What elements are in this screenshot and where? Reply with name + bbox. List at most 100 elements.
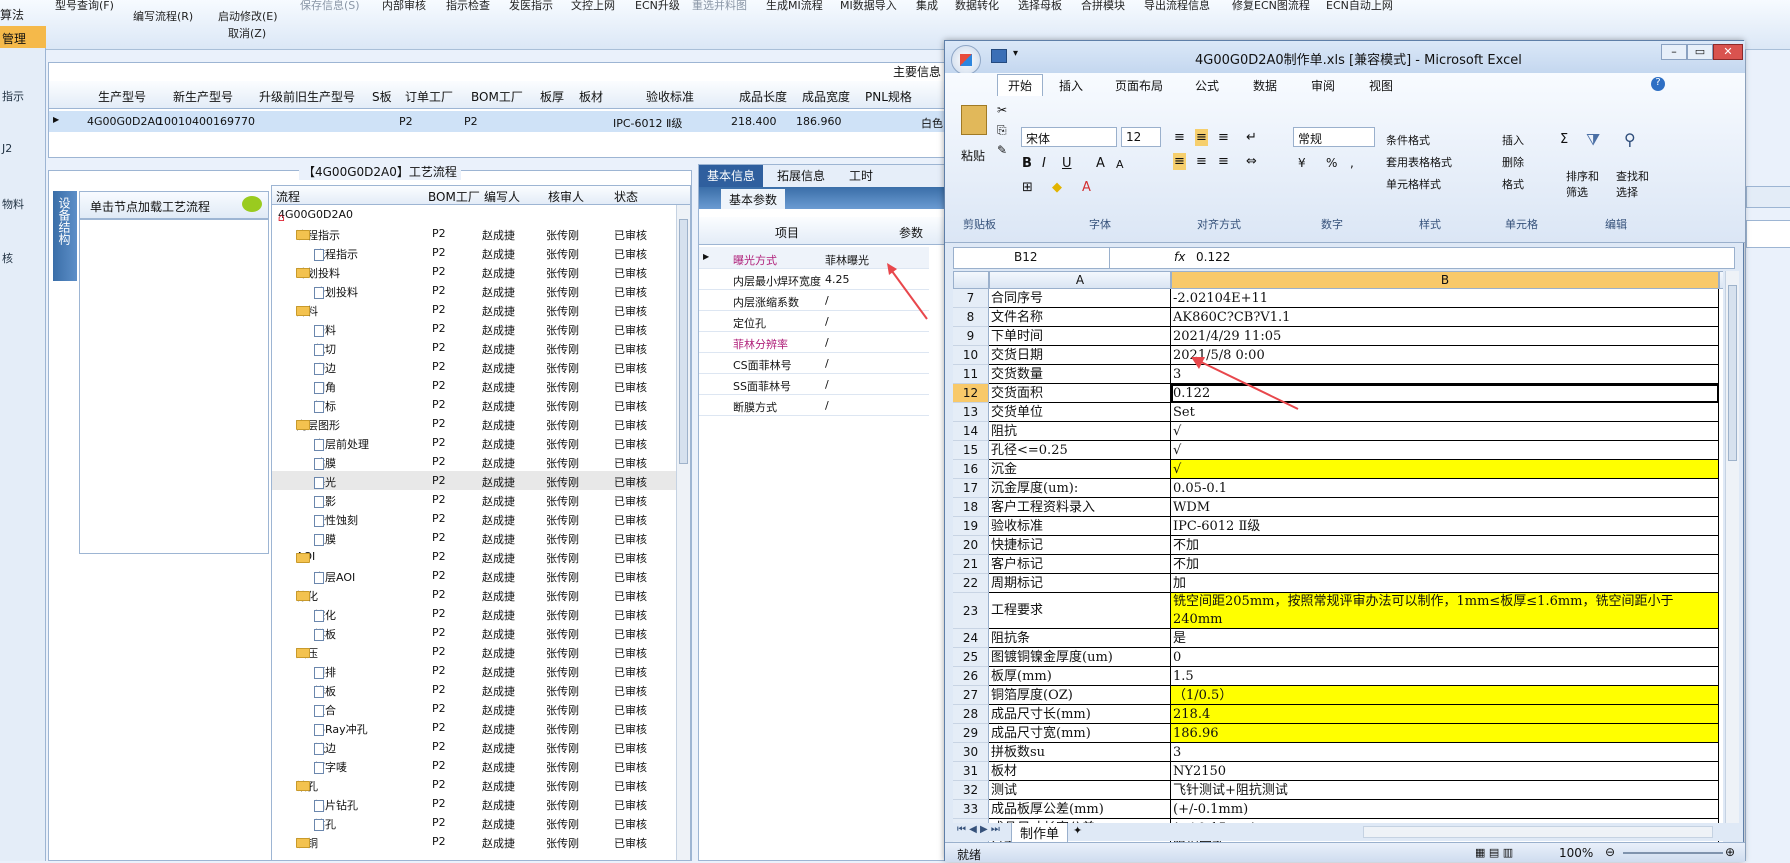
cell-b[interactable]: 0 [1171, 648, 1719, 667]
col-header[interactable]: 流程 [276, 188, 300, 205]
cell[interactable]: P2 [464, 115, 478, 128]
help-icon[interactable]: ? [1651, 77, 1665, 91]
conditional-format-button[interactable]: 条件格式 [1385, 131, 1431, 149]
col-header[interactable]: 参数 [899, 224, 923, 241]
row-header[interactable]: 28 [953, 705, 989, 724]
col-header[interactable]: 成品长度 [739, 88, 787, 105]
column-header-c[interactable]: C [1719, 271, 1723, 289]
view-buttons-icon[interactable]: ▦ ▤ ▥ [1475, 846, 1513, 859]
row-header[interactable]: 15 [953, 441, 989, 460]
row-header[interactable]: 30 [953, 743, 989, 762]
cell-b[interactable]: 3 [1171, 743, 1719, 762]
cell-a[interactable]: 阻抗 [989, 422, 1171, 441]
font-name-select[interactable]: 宋体 [1021, 127, 1117, 147]
column-header-a[interactable]: A [989, 271, 1171, 289]
font-size-select[interactable]: 12 [1121, 127, 1161, 147]
shrink-font-button[interactable]: A [1115, 157, 1125, 172]
cell-b[interactable]: 186.96 [1171, 724, 1719, 743]
row-header[interactable]: 7 [953, 289, 989, 308]
tree-row[interactable]: − 沉铜P2赵成捷张传刚已审核 [272, 832, 690, 851]
formula-input[interactable]: 0.122 [1190, 248, 1230, 268]
param-value[interactable]: / [825, 336, 829, 349]
tree-row[interactable]: 开料 P2 赵成捷 张传刚 已审核 [272, 319, 690, 338]
tree-row[interactable]: 打标 P2 赵成捷 张传刚 已审核 [272, 395, 690, 414]
tree-row[interactable]: 磨边 P2 赵成捷 张传刚 已审核 [272, 357, 690, 376]
param-value[interactable]: / [825, 378, 829, 391]
wrap-text-icon[interactable]: ↵ [1245, 129, 1258, 146]
toolbar-integrate-button[interactable]: 集成 [916, 0, 938, 13]
param-row[interactable]: 菲林分辨率 / [699, 331, 929, 353]
toolbar-check-button[interactable]: 指示检查 [446, 0, 490, 13]
font-color-icon[interactable]: A [1081, 179, 1092, 196]
nav-item-indicate[interactable]: 指示 [2, 88, 24, 104]
cell-a[interactable]: 孔径<=0.25 [989, 441, 1171, 460]
cell-styles-button[interactable]: 单元格样式 [1385, 175, 1442, 193]
subtab-basic-params[interactable]: 基本参数 [721, 189, 786, 209]
toolbar-gen-mi-button[interactable]: 生成MI流程 [766, 0, 823, 13]
italic-button[interactable]: I [1041, 155, 1047, 172]
row-header[interactable]: 24 [953, 629, 989, 648]
qat-dropdown-icon[interactable]: ▾ [1013, 48, 1018, 59]
nav-item-material[interactable]: 物料 [2, 196, 24, 212]
cell-b[interactable]: (+/-0.1mm) [1171, 800, 1719, 819]
cell-b[interactable]: 1.5 [1171, 667, 1719, 686]
cell-a[interactable]: 客户工程资料录入 [989, 498, 1171, 517]
cell-b[interactable]: （1/0.5） [1171, 686, 1719, 705]
cell-a[interactable]: 沉金厚度(um): [989, 479, 1171, 498]
cell-a[interactable]: 客户标记 [989, 555, 1171, 574]
cell-a[interactable]: 快捷标记 [989, 536, 1171, 555]
row-header[interactable]: 22 [953, 574, 989, 593]
row-header[interactable]: 8 [953, 308, 989, 327]
cell-b[interactable]: NY2150 [1171, 762, 1719, 781]
row-header[interactable]: 21 [953, 555, 989, 574]
minimize-button[interactable]: – [1661, 44, 1687, 60]
toolbar-choose-board-button[interactable]: 选择母板 [1018, 0, 1062, 13]
fill-color-icon[interactable]: ◆ [1051, 179, 1063, 196]
col-header[interactable]: PNL规格 [865, 88, 912, 105]
row-header[interactable]: 13 [953, 403, 989, 422]
toolbar-ecn-upgrade-button[interactable]: ECN升级 [635, 0, 680, 13]
column-header-b[interactable]: B [1171, 271, 1719, 289]
toolbar-cancel-button[interactable]: 取消(Z) [228, 25, 266, 41]
tab-data[interactable]: 数据 [1243, 75, 1287, 96]
align-right-icon[interactable]: ≡ [1217, 153, 1230, 170]
toolbar-reselect-button[interactable]: 重选并料图 [692, 0, 747, 13]
col-header[interactable]: 状态 [614, 188, 638, 205]
tab-review[interactable]: 审阅 [1301, 75, 1345, 96]
tree-row[interactable]: 曝光 P2 赵成捷 张传刚 已审核 [272, 471, 690, 490]
insert-cells-button[interactable]: 插入 [1501, 131, 1525, 149]
name-box[interactable]: B12 [954, 248, 1110, 268]
autosum-icon[interactable]: Σ [1559, 131, 1569, 148]
cell-a[interactable]: 板厚(mm) [989, 667, 1171, 686]
row-header[interactable]: 10 [953, 346, 989, 365]
close-button[interactable]: ✕ [1713, 44, 1743, 60]
delete-cells-button[interactable]: 删除 [1501, 153, 1525, 171]
toolbar-start-modify-button[interactable]: 启动修改(E) [218, 8, 278, 24]
param-value[interactable]: / [825, 294, 829, 307]
cell[interactable]: P2 [399, 115, 413, 128]
cell[interactable]: IPC-6012 Ⅱ级 [613, 115, 682, 131]
tab-page-layout[interactable]: 页面布局 [1105, 75, 1173, 96]
sort-filter-icon[interactable]: ⧩ [1585, 129, 1601, 151]
row-header[interactable]: 32 [953, 781, 989, 800]
row-header[interactable]: 11 [953, 365, 989, 384]
row-header[interactable]: 14 [953, 422, 989, 441]
cell-a[interactable]: 成品尺寸长(mm) [989, 705, 1171, 724]
zoom-level[interactable]: 100% [1559, 846, 1593, 860]
cell-b[interactable]: AK860C?CB?V1.1 [1171, 308, 1719, 327]
param-value[interactable]: 4.25 [825, 273, 850, 286]
percent-icon[interactable]: % [1325, 155, 1338, 171]
toolbar-combine-button[interactable]: 合拼模块 [1081, 0, 1125, 13]
cell-a[interactable]: 下单时间 [989, 327, 1171, 346]
tab-insert[interactable]: 插入 [1049, 75, 1093, 96]
col-header[interactable]: 订单工厂 [405, 88, 453, 105]
tree-row[interactable]: 内层AOI P2 赵成捷 张传刚 已审核 [272, 566, 690, 585]
tree-row[interactable]: 预排 P2 赵成捷 张传刚 已审核 [272, 661, 690, 680]
toolbar-doc-online-button[interactable]: 文控上网 [571, 0, 615, 13]
scroll-thumb[interactable] [1728, 285, 1737, 461]
param-value[interactable]: / [825, 357, 829, 370]
col-header[interactable]: 升级前旧生产型号 [259, 88, 355, 105]
cell-a[interactable]: 铜箔厚度(OZ) [989, 686, 1171, 705]
col-header[interactable]: BOM工厂 [471, 88, 523, 105]
tree-row[interactable]: − 层压P2赵成捷张传刚已审核 [272, 642, 690, 661]
